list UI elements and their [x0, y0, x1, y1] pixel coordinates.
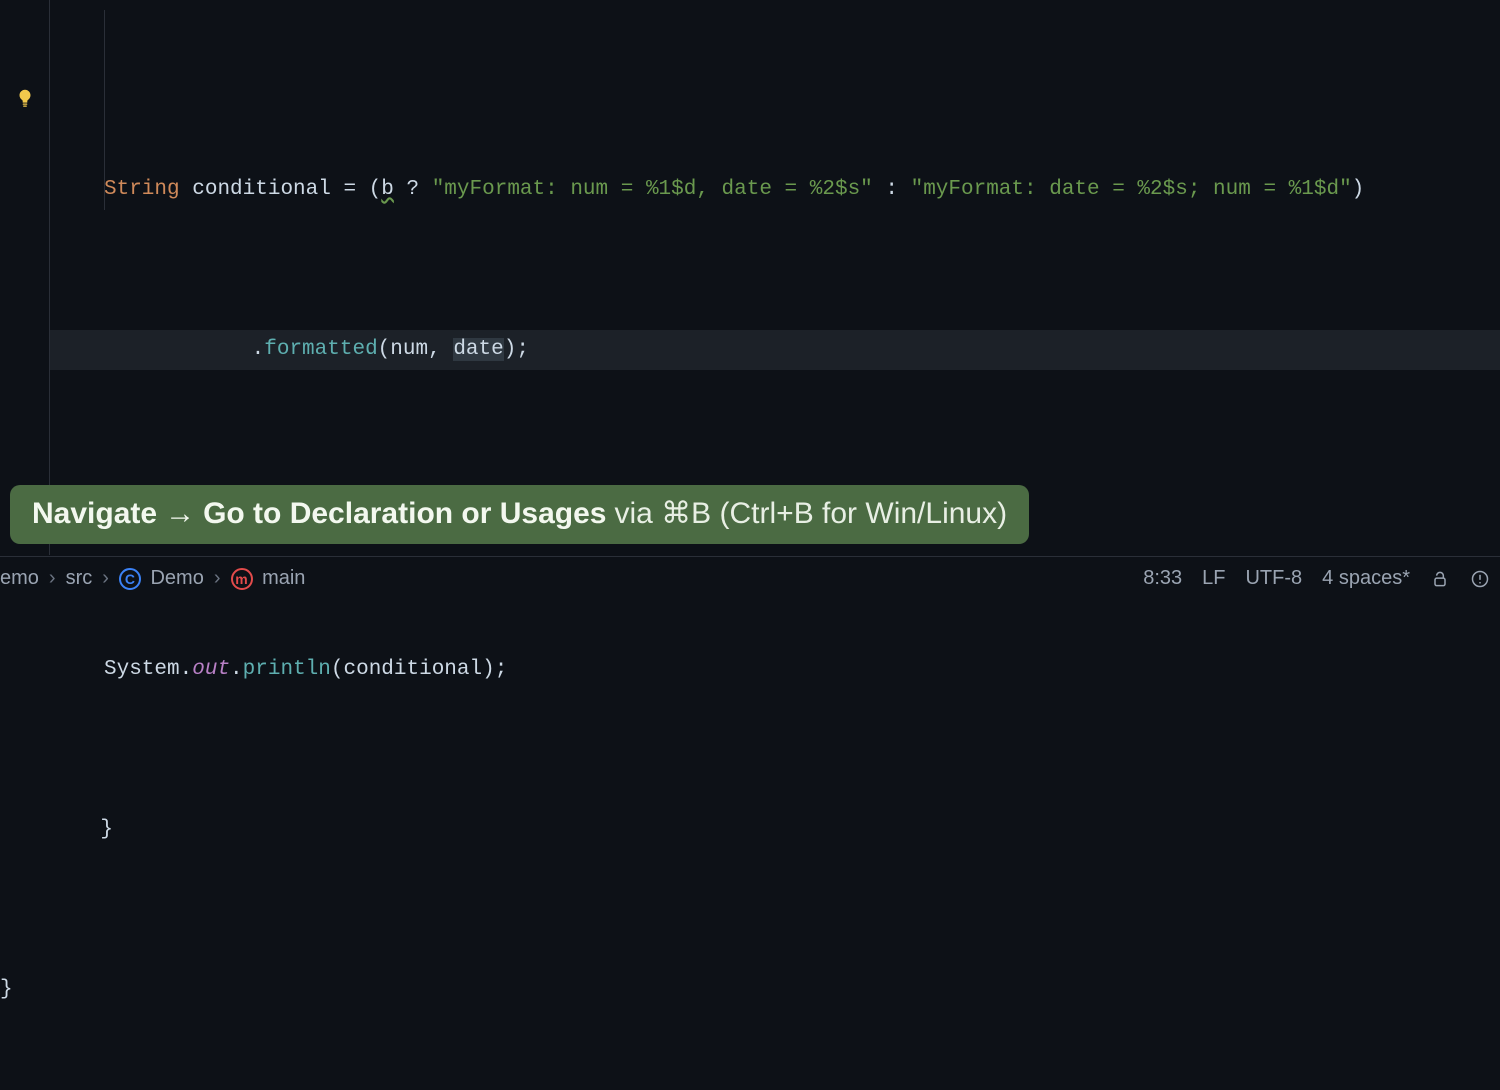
- code-line[interactable]: System.out.println(conditional);: [50, 650, 1500, 690]
- chevron-right-icon: ›: [49, 567, 56, 590]
- file-encoding[interactable]: UTF-8: [1245, 567, 1302, 590]
- editor-area: String conditional = (b ? "myFormat: num…: [0, 0, 1500, 555]
- method-icon: m: [231, 568, 253, 590]
- class-icon: C: [119, 568, 141, 590]
- readonly-lock-icon[interactable]: [1430, 569, 1450, 589]
- code-line[interactable]: String conditional = (b ? "myFormat: num…: [50, 170, 1500, 210]
- line-separator[interactable]: LF: [1202, 567, 1225, 590]
- hint-shortcut-text: via ⌘B (Ctrl+B for Win/Linux): [615, 495, 1008, 533]
- status-right-group: 8:33 LF UTF-8 4 spaces*: [1143, 567, 1490, 590]
- code-pane[interactable]: String conditional = (b ? "myFormat: num…: [50, 0, 1500, 555]
- chevron-right-icon: ›: [214, 567, 221, 590]
- breadcrumb-item[interactable]: m main: [231, 567, 306, 590]
- intention-bulb-icon[interactable]: [14, 87, 36, 114]
- breadcrumb-item[interactable]: C Demo: [119, 567, 204, 590]
- breadcrumb-item[interactable]: emo: [0, 567, 39, 590]
- breadcrumbs[interactable]: emo › src › C Demo › m main: [0, 567, 305, 590]
- shortcut-hint-banner: Navigate → Go to Declaration or Usages v…: [10, 485, 1029, 545]
- breadcrumb-item[interactable]: src: [66, 567, 93, 590]
- hint-menu-path: Navigate: [32, 495, 157, 533]
- status-bar: emo › src › C Demo › m main 8:33 LF UTF-…: [0, 556, 1500, 600]
- arrow-icon: →: [165, 495, 195, 533]
- indent-settings[interactable]: 4 spaces*: [1322, 567, 1410, 590]
- hint-action-name: Go to Declaration or Usages: [203, 495, 606, 533]
- caret-position[interactable]: 8:33: [1143, 567, 1182, 590]
- chevron-right-icon: ›: [102, 567, 109, 590]
- gutter: [0, 0, 50, 555]
- problems-alert-icon[interactable]: [1470, 569, 1490, 589]
- code-line-current[interactable]: .formatted(num, date);: [50, 330, 1500, 370]
- code-line[interactable]: }: [50, 810, 1500, 850]
- code-line[interactable]: }: [0, 970, 1500, 1010]
